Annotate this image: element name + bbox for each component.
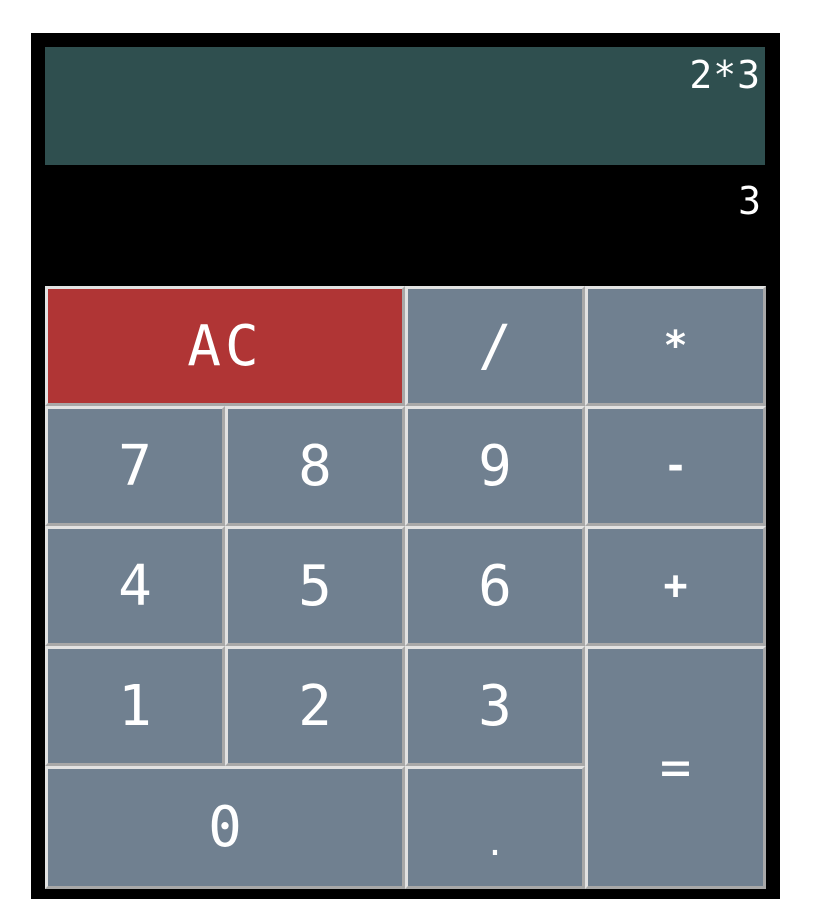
subtract-button[interactable]: - [585, 406, 766, 526]
divide-button[interactable]: / [405, 286, 585, 406]
digit-0-button[interactable]: 0 [45, 766, 405, 889]
digit-5-button[interactable]: 5 [225, 526, 405, 646]
digit-2-button[interactable]: 2 [225, 646, 405, 766]
result-display: 3 [738, 179, 761, 223]
digit-8-button[interactable]: 8 [225, 406, 405, 526]
expression-display: 2*3 [45, 47, 765, 165]
equals-button[interactable]: = [585, 646, 766, 889]
digit-7-button[interactable]: 7 [45, 406, 225, 526]
add-button[interactable]: + [585, 526, 766, 646]
digit-3-button[interactable]: 3 [405, 646, 585, 766]
digit-4-button[interactable]: 4 [45, 526, 225, 646]
clear-button[interactable]: AC [45, 286, 405, 406]
digit-6-button[interactable]: 6 [405, 526, 585, 646]
digit-9-button[interactable]: 9 [405, 406, 585, 526]
decimal-button[interactable]: . [405, 766, 585, 889]
multiply-button[interactable]: * [585, 286, 766, 406]
calculator: 2*3 3 AC / * 7 8 9 - 4 5 6 + 1 2 3 = 0 . [31, 33, 780, 899]
keypad: AC / * 7 8 9 - 4 5 6 + 1 2 3 = 0 . [45, 286, 766, 889]
digit-1-button[interactable]: 1 [45, 646, 225, 766]
